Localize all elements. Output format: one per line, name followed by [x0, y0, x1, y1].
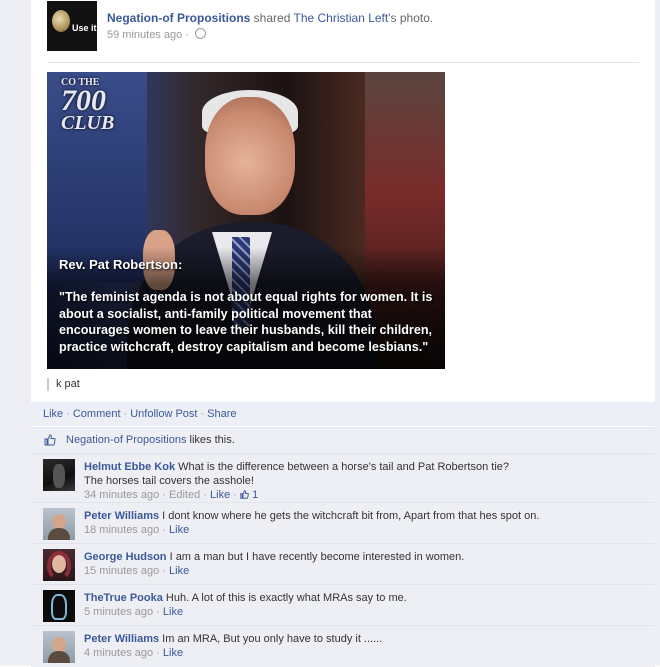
- separator-dot: ·: [156, 647, 160, 659]
- story-timestamp: 59 minutes ago ·: [107, 28, 207, 41]
- comment-time[interactable]: 15 minutes ago: [84, 565, 159, 577]
- comment-time[interactable]: 18 minutes ago: [84, 524, 159, 536]
- edited-label[interactable]: Edited: [169, 489, 200, 501]
- left-rail: [0, 0, 32, 666]
- thumbs-up-icon: [240, 490, 249, 499]
- timestamp-link[interactable]: 59 minutes ago: [107, 29, 182, 41]
- author-name-link[interactable]: Negation-of Propositions: [107, 11, 250, 25]
- commenter-name-link[interactable]: TheTrue Pooka: [84, 592, 163, 604]
- commenter-name-link[interactable]: Peter Williams: [84, 633, 159, 645]
- comment-body: George Hudson I am a man but I have rece…: [84, 550, 644, 578]
- commenter-avatar[interactable]: [43, 631, 75, 663]
- commenter-name-link[interactable]: Helmut Ebbe Kok: [84, 461, 175, 473]
- comment-item: TheTrue Pooka Huh. A lot of this is exac…: [31, 584, 655, 625]
- separator-dot: ·: [162, 489, 166, 501]
- logo-line-2: 700: [61, 84, 106, 117]
- comment-meta: 5 minutes ago · Like: [84, 606, 183, 618]
- likes-summary: Negation-of Propositions likes this.: [31, 427, 655, 453]
- comment-text-line2: The horses tail covers the asshole!: [84, 475, 254, 487]
- comment-like-link[interactable]: Like: [169, 524, 189, 536]
- comment-item: Helmut Ebbe Kok What is the difference b…: [31, 453, 655, 502]
- shared-text: shared: [253, 11, 291, 25]
- comment-meta: 18 minutes ago · Like: [84, 524, 189, 536]
- comment-text: Huh. A lot of this is exactly what MRAs …: [165, 592, 407, 604]
- commenter-avatar[interactable]: [43, 590, 75, 622]
- story-header: Negation-of Propositions shared The Chri…: [107, 11, 433, 25]
- source-suffix-text: 's photo.: [388, 11, 434, 25]
- globe-icon[interactable]: [195, 28, 207, 39]
- comment-meta: 15 minutes ago · Like: [84, 565, 189, 577]
- thumbs-up-icon: [44, 434, 56, 446]
- comment-text: I dont know where he gets the witchcraft…: [162, 510, 540, 522]
- 700-club-logo: CO THE 700 CLUB: [61, 78, 115, 134]
- separator-dot: ·: [162, 565, 166, 577]
- separator-dot: ·: [185, 29, 189, 41]
- commenter-avatar[interactable]: [43, 459, 75, 491]
- commenter-name-link[interactable]: Peter Williams: [84, 510, 159, 522]
- separator-dot: ·: [233, 489, 237, 501]
- separator-dot: ·: [203, 489, 207, 501]
- logo-line-3: CLUB: [61, 112, 115, 134]
- unfollow-post-link[interactable]: Unfollow Post: [130, 408, 197, 420]
- comment-like-link[interactable]: Like: [163, 606, 183, 618]
- comment-text: Im an MRA, But you only have to study it…: [162, 633, 383, 645]
- separator-dot: ·: [200, 408, 205, 420]
- comment-body: Peter Williams I dont know where he gets…: [84, 509, 644, 537]
- comment-item: George Hudson I am a man but I have rece…: [31, 543, 655, 584]
- comment-item: Peter Williams I dont know where he gets…: [31, 502, 655, 543]
- source-page-link[interactable]: The Christian Left: [294, 11, 389, 25]
- photo-caption-quote: "The feminist agenda is not about equal …: [59, 290, 433, 354]
- comment-like-link[interactable]: Like: [163, 647, 183, 659]
- comment-like-count[interactable]: 1: [252, 489, 258, 501]
- comment-time[interactable]: 5 minutes ago: [84, 606, 153, 618]
- avatar-text: Use it: [72, 23, 97, 33]
- brain-icon: [52, 10, 70, 32]
- comment-item: Peter Williams Im an MRA, But you only h…: [31, 625, 655, 667]
- comment-meta: 4 minutes ago · Like: [84, 647, 183, 659]
- comment-meta: 34 minutes ago · Edited · Like · 1: [84, 489, 258, 501]
- comment-time[interactable]: 34 minutes ago: [84, 489, 159, 501]
- like-link[interactable]: Like: [43, 408, 63, 420]
- comment-like-link[interactable]: Like: [169, 565, 189, 577]
- comment-body: Peter Williams Im an MRA, But you only h…: [84, 632, 644, 660]
- shared-photo[interactable]: CO THE 700 CLUB Rev. Pat Robertson: "The…: [47, 72, 445, 369]
- header-divider: [47, 62, 639, 63]
- comment-text: I am a man but I have recently become in…: [169, 551, 465, 563]
- comment-like-link[interactable]: Like: [210, 489, 230, 501]
- story-actions: Like · Comment · Unfollow Post · Share: [31, 402, 655, 426]
- comment-body: TheTrue Pooka Huh. A lot of this is exac…: [84, 591, 644, 619]
- user-photo-caption: k pat: [47, 378, 80, 391]
- separator-dot: ·: [162, 524, 166, 536]
- commenter-name-link[interactable]: George Hudson: [84, 551, 167, 563]
- separator-dot: ·: [66, 408, 70, 420]
- photo-caption-name: Rev. Pat Robertson:: [59, 257, 183, 272]
- separator-dot: ·: [156, 606, 160, 618]
- commenter-avatar[interactable]: [43, 508, 75, 540]
- comment-time[interactable]: 4 minutes ago: [84, 647, 153, 659]
- author-avatar[interactable]: Use it: [47, 1, 97, 51]
- commenter-avatar[interactable]: [43, 549, 75, 581]
- comment-link[interactable]: Comment: [73, 408, 121, 420]
- share-link[interactable]: Share: [207, 408, 236, 420]
- liker-name-link[interactable]: Negation-of Propositions: [66, 434, 186, 446]
- comment-text: What is the difference between a horse's…: [178, 461, 510, 473]
- likes-suffix: likes this.: [189, 434, 235, 446]
- photo-subject-face: [205, 97, 295, 215]
- likes-sentence: Negation-of Propositions likes this.: [66, 428, 235, 453]
- feed-story: Use it Negation-of Propositions shared T…: [31, 0, 655, 667]
- separator-dot: ·: [123, 408, 128, 420]
- right-edge: [655, 0, 660, 666]
- comment-body: Helmut Ebbe Kok What is the difference b…: [84, 460, 644, 502]
